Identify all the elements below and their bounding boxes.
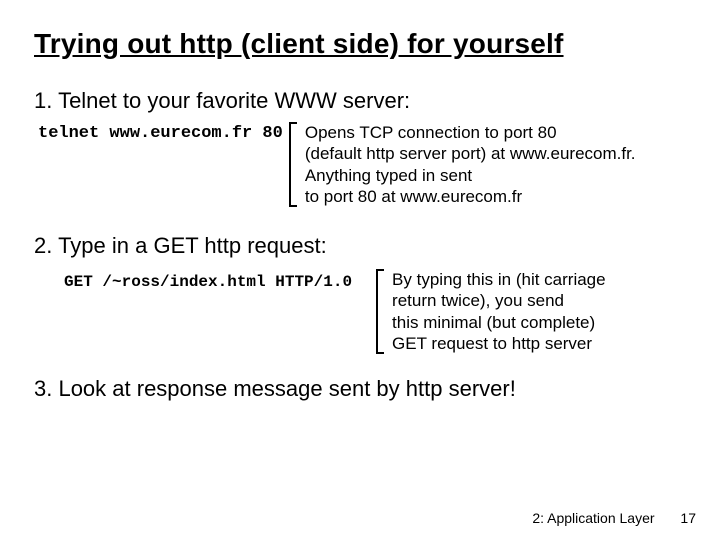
explain-line: Anything typed in sent: [305, 165, 636, 186]
step-1-explain: Opens TCP connection to port 80 (default…: [305, 122, 636, 207]
slide-footer: 2: Application Layer 17: [532, 510, 696, 526]
slide: Trying out http (client side) for yourse…: [0, 0, 720, 402]
bracket-1: Opens TCP connection to port 80 (default…: [289, 122, 636, 207]
explain-line: By typing this in (hit carriage: [392, 269, 606, 290]
bracket-icon: [376, 269, 386, 354]
explain-line: return twice), you send: [392, 290, 606, 311]
bracket-icon: [289, 122, 299, 207]
step-1-heading: 1. Telnet to your favorite WWW server:: [34, 88, 686, 114]
telnet-command: telnet www.eurecom.fr 80: [38, 122, 283, 143]
footer-chapter: 2: Application Layer: [532, 510, 654, 526]
explain-line: (default http server port) at www.eureco…: [305, 143, 636, 164]
step-3-heading: 3. Look at response message sent by http…: [34, 376, 686, 402]
step-2-heading: 2. Type in a GET http request:: [34, 233, 686, 259]
get-command: GET /~ross/index.html HTTP/1.0: [64, 269, 352, 291]
footer-page-number: 17: [680, 510, 696, 526]
step-2-explain: By typing this in (hit carriage return t…: [392, 269, 606, 354]
explain-line: Opens TCP connection to port 80: [305, 122, 636, 143]
explain-line: to port 80 at www.eurecom.fr: [305, 186, 636, 207]
slide-title: Trying out http (client side) for yourse…: [34, 28, 686, 60]
explain-line: this minimal (but complete): [392, 312, 606, 333]
step-2-block: GET /~ross/index.html HTTP/1.0 By typing…: [64, 269, 686, 354]
bracket-2: By typing this in (hit carriage return t…: [376, 269, 606, 354]
step-1-block: telnet www.eurecom.fr 80 Opens TCP conne…: [38, 122, 686, 207]
explain-line: GET request to http server: [392, 333, 606, 354]
